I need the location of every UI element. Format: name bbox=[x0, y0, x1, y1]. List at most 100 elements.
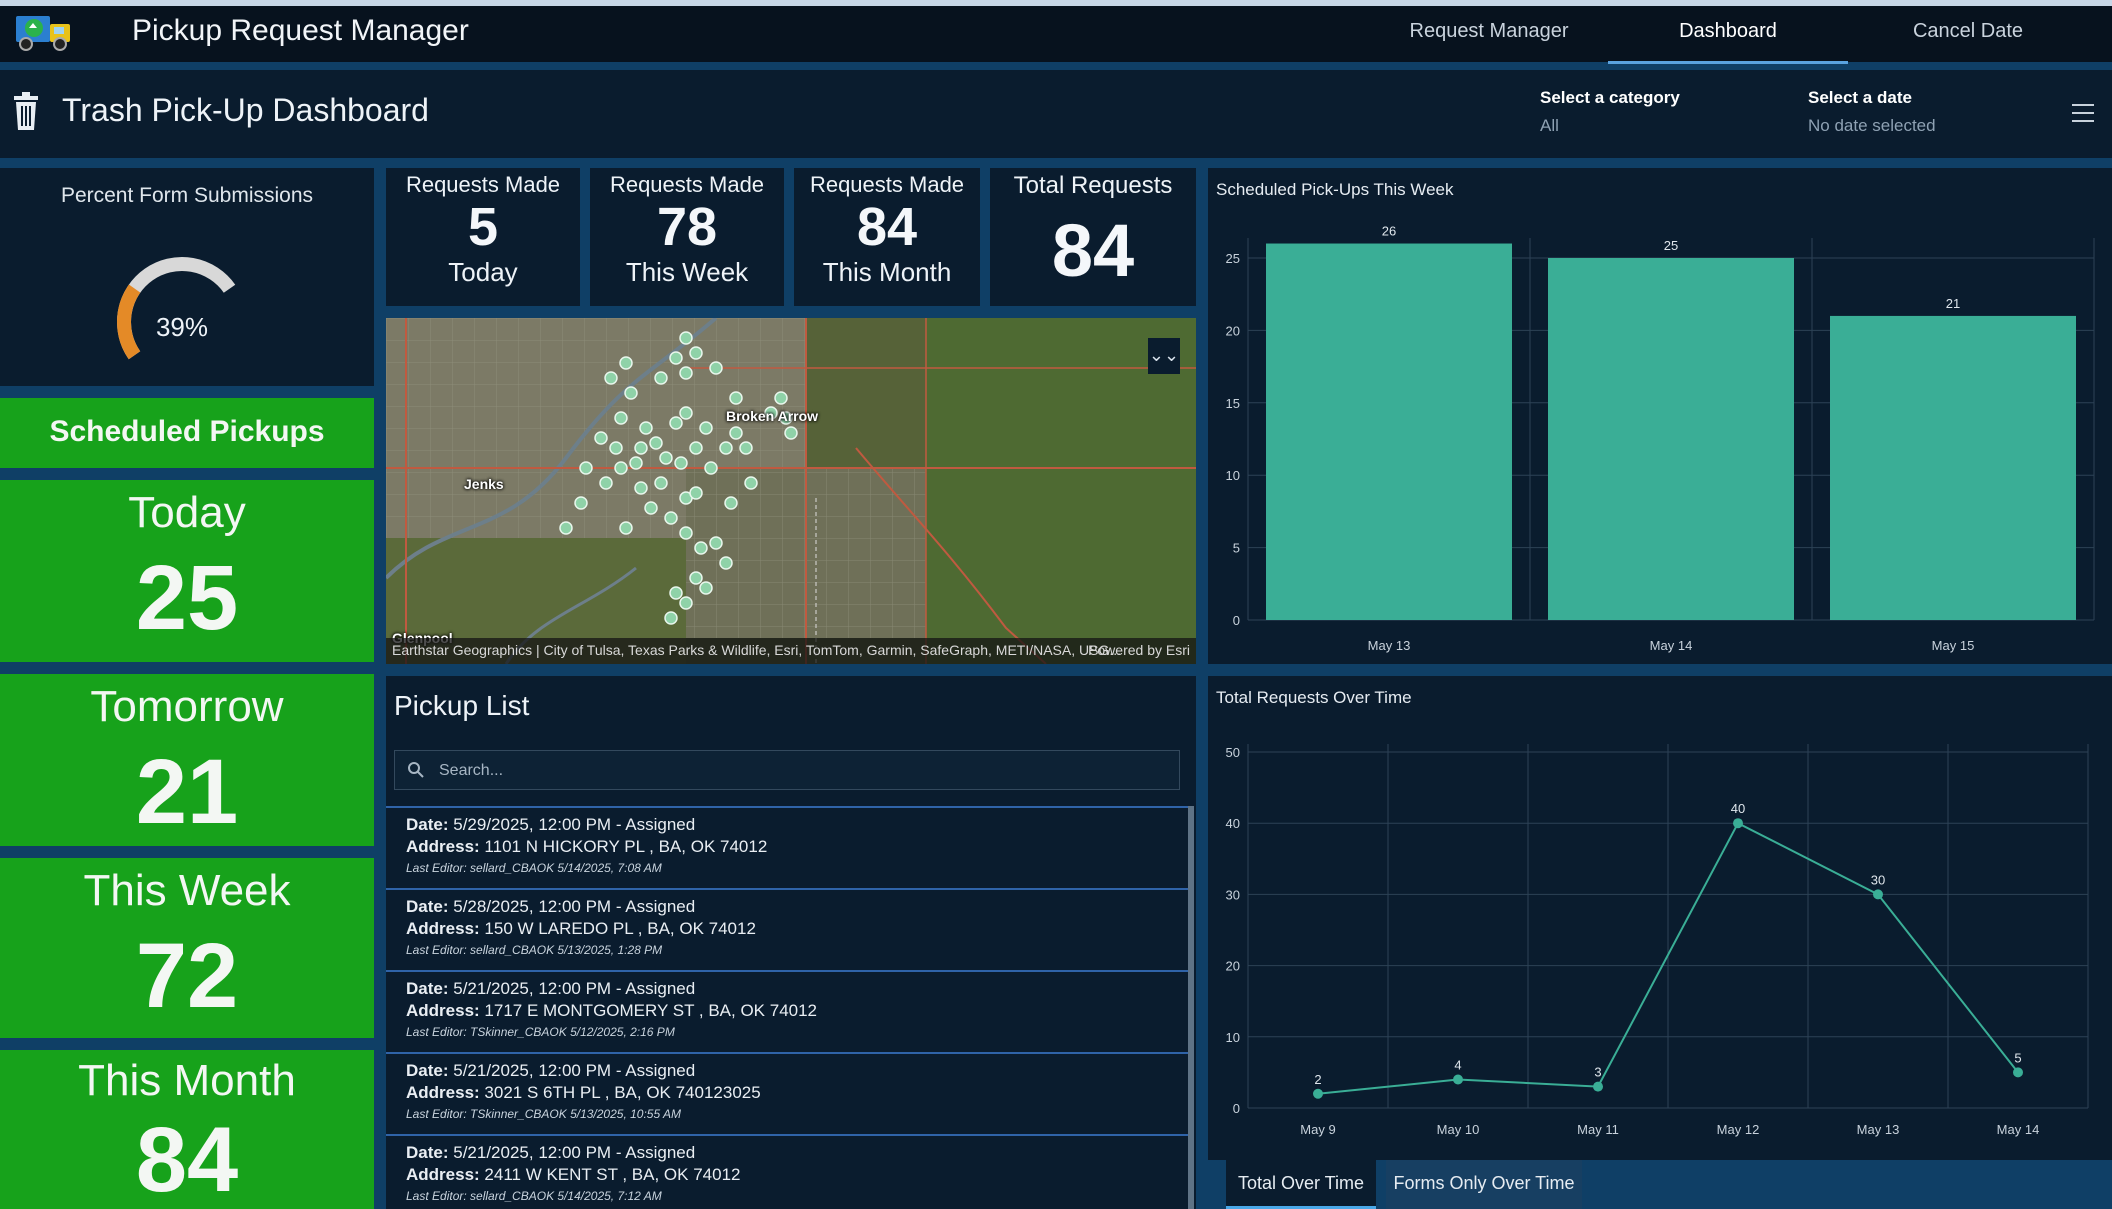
powered-by-esri-link[interactable]: Powered by Esri bbox=[1088, 642, 1190, 658]
data-point bbox=[1873, 889, 1883, 900]
map-label-broken-arrow: Broken Arrow bbox=[726, 408, 819, 424]
stat-label: Requests Made bbox=[809, 172, 965, 197]
map-pin bbox=[654, 476, 668, 490]
list-item[interactable]: Date: 5/28/2025, 12:00 PM - Assigned Add… bbox=[386, 888, 1194, 970]
data-point bbox=[1733, 818, 1743, 829]
list-item[interactable]: Date: 5/21/2025, 12:00 PM - Assigned Add… bbox=[386, 1052, 1194, 1134]
map-pin bbox=[689, 571, 703, 585]
data-label: 26 bbox=[1382, 224, 1396, 239]
pickup-date: 5/21/2025, 12:00 PM - Assigned bbox=[453, 979, 696, 998]
dashboard-header: Trash Pick-Up Dashboard Select a categor… bbox=[0, 70, 2112, 158]
stat-card-month: Requests Made 84 This Month bbox=[794, 168, 980, 306]
list-item[interactable]: Date: 5/21/2025, 12:00 PM - Assigned Add… bbox=[386, 1134, 1194, 1209]
tab-total-over-time[interactable]: Total Over Time bbox=[1226, 1160, 1376, 1209]
search-icon bbox=[408, 762, 424, 778]
y-tick-label: 20 bbox=[1226, 323, 1240, 338]
map-pin bbox=[634, 481, 648, 495]
map-view[interactable]: Broken Arrow Jenks Glenpool ⌄⌄ Earthstar… bbox=[386, 318, 1196, 664]
map-pin bbox=[594, 431, 608, 445]
map-pin bbox=[689, 346, 703, 360]
tab-dashboard[interactable]: Dashboard bbox=[1608, 20, 1848, 64]
y-tick-label: 50 bbox=[1226, 745, 1240, 760]
map-pin bbox=[654, 371, 668, 385]
map-canvas[interactable] bbox=[386, 318, 1196, 664]
x-tick-label: May 11 bbox=[1577, 1122, 1619, 1137]
map-pin bbox=[709, 361, 723, 375]
map-pin bbox=[709, 536, 723, 550]
map-pin bbox=[609, 441, 623, 455]
list-item[interactable]: Date: 5/29/2025, 12:00 PM - Assigned Add… bbox=[386, 806, 1194, 888]
y-tick-label: 20 bbox=[1226, 959, 1240, 974]
stat-label: Total Requests bbox=[1013, 172, 1173, 199]
map-pin bbox=[729, 391, 743, 405]
map-pin bbox=[739, 441, 753, 455]
gauge-fill bbox=[117, 284, 141, 360]
search-box[interactable] bbox=[394, 750, 1180, 790]
chevron-double-down-icon[interactable]: ⌄⌄ bbox=[1148, 338, 1180, 374]
map-pin bbox=[679, 406, 693, 420]
map-label-jenks: Jenks bbox=[464, 476, 504, 492]
hamburger-menu-icon[interactable] bbox=[2072, 104, 2094, 122]
map-pin bbox=[719, 556, 733, 570]
stat-value: 84 bbox=[1051, 209, 1135, 292]
map-pin bbox=[699, 421, 713, 435]
date-value: No date selected bbox=[1808, 116, 1936, 135]
map-pin bbox=[619, 521, 633, 535]
stat-period: This Week bbox=[625, 257, 749, 288]
pickup-date: 5/28/2025, 12:00 PM - Assigned bbox=[453, 897, 696, 916]
map-pin bbox=[694, 541, 708, 555]
map-pin bbox=[624, 386, 638, 400]
tomorrow-label: Tomorrow bbox=[90, 682, 284, 731]
map-pin bbox=[679, 366, 693, 380]
x-tick-label: May 15 bbox=[1932, 638, 1975, 653]
map-pin bbox=[774, 391, 788, 405]
data-label: 21 bbox=[1946, 296, 1960, 311]
map-pin bbox=[574, 496, 588, 510]
list-item[interactable]: Date: 5/21/2025, 12:00 PM - Assigned Add… bbox=[386, 970, 1194, 1052]
tab-request-manager[interactable]: Request Manager bbox=[1394, 20, 1584, 64]
this-week-value: 72 bbox=[135, 925, 239, 1027]
date-selector[interactable]: Select a date No date selected bbox=[1808, 88, 1936, 136]
category-value: All bbox=[1540, 116, 1559, 135]
date-label: Date: bbox=[406, 1143, 449, 1162]
bar bbox=[1548, 258, 1794, 620]
map-attribution-text: Earthstar Geographics | City of Tulsa, T… bbox=[392, 642, 1122, 658]
map-pin bbox=[639, 421, 653, 435]
data-point bbox=[1313, 1088, 1323, 1099]
map-pin bbox=[679, 596, 693, 610]
data-point bbox=[1593, 1081, 1603, 1092]
bar bbox=[1266, 243, 1512, 620]
map-pin bbox=[629, 456, 643, 470]
address-label: Address: bbox=[406, 919, 480, 938]
list-scrollbar[interactable] bbox=[1188, 806, 1194, 1209]
tomorrow-card: Tomorrow 21 bbox=[0, 674, 374, 846]
map-pin bbox=[729, 426, 743, 440]
map-pin bbox=[604, 371, 618, 385]
search-input[interactable] bbox=[439, 757, 1159, 785]
tab-cancel-date[interactable]: Cancel Date bbox=[1878, 20, 2058, 64]
line-chart-panel: Total Requests Over Time 0 10 20 30 40 50 2 May… bbox=[1208, 676, 2112, 1160]
y-tick-label: 25 bbox=[1226, 251, 1240, 266]
map-pin bbox=[784, 426, 798, 440]
y-tick-label: 10 bbox=[1226, 468, 1240, 483]
this-month-card: This Month 84 bbox=[0, 1050, 374, 1209]
x-tick-label: May 10 bbox=[1437, 1122, 1480, 1137]
stat-period: This Month bbox=[822, 257, 952, 288]
address-label: Address: bbox=[406, 1083, 480, 1102]
trash-icon bbox=[14, 92, 38, 130]
address-label: Address: bbox=[406, 1165, 480, 1184]
map-pin bbox=[614, 411, 628, 425]
date-label: Date: bbox=[406, 979, 449, 998]
pickup-list-title: Pickup List bbox=[394, 690, 530, 721]
map-pin bbox=[619, 356, 633, 370]
map-pin bbox=[599, 476, 613, 490]
tab-forms-only-over-time[interactable]: Forms Only Over Time bbox=[1386, 1160, 1582, 1209]
date-label: Date: bbox=[406, 1061, 449, 1080]
scheduled-pickups-header: Scheduled Pickups bbox=[0, 398, 374, 468]
top-bar: Pickup Request Manager Request Manager D… bbox=[0, 0, 2112, 64]
data-label: 3 bbox=[1594, 1065, 1601, 1080]
category-selector[interactable]: Select a category All bbox=[1540, 88, 1680, 136]
this-week-card: This Week 72 bbox=[0, 858, 374, 1038]
pickup-list-items: Date: 5/29/2025, 12:00 PM - Assigned Add… bbox=[386, 806, 1194, 1209]
stat-period: Today bbox=[448, 257, 518, 288]
